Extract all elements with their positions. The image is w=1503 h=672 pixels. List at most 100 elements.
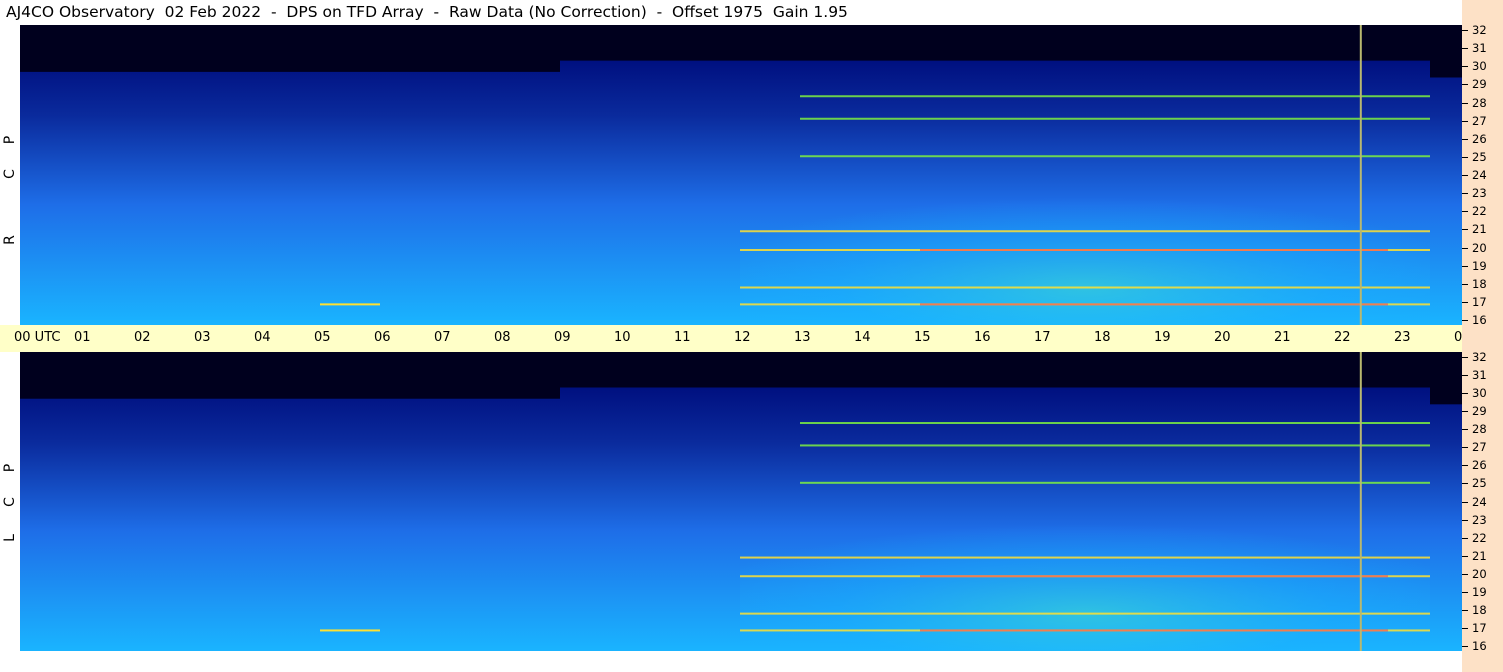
frequency-tick-label: 25	[1472, 476, 1487, 491]
frequency-tick	[1462, 555, 1468, 557]
frequency-tick-label: 21	[1472, 548, 1487, 563]
rcp-letter-1: R	[2, 235, 18, 245]
time-axis-label: 20	[1214, 330, 1231, 345]
time-axis-label: 09	[554, 330, 571, 345]
signal-band	[800, 117, 1430, 120]
frequency-tick-label: 22	[1472, 530, 1487, 545]
frequency-tick-label: 32	[1472, 350, 1487, 364]
frequency-axis-rcp: 32 31 30 29 28 27 26 25 24 23 22 21 20 19 18 17 16	[1462, 23, 1503, 327]
frequency-tick-label: 26	[1472, 131, 1487, 146]
frequency-tick-label: 20	[1472, 240, 1487, 255]
frequency-tick-label: 24	[1472, 168, 1487, 182]
frequency-tick-label: 31	[1472, 41, 1487, 56]
signal-band-early	[320, 629, 380, 632]
frequency-axis-header	[1462, 0, 1503, 25]
frequency-tick-label: 29	[1472, 404, 1487, 419]
frequency-tick	[1462, 375, 1468, 377]
night-noise-cap-late	[1430, 25, 1462, 78]
frequency-tick-label: 29	[1472, 77, 1487, 92]
frequency-axis-gap	[1462, 325, 1503, 352]
frequency-tick	[1462, 211, 1468, 213]
time-axis-label: 15	[914, 330, 931, 345]
time-axis-label: 18	[1094, 330, 1111, 345]
frequency-tick	[1462, 229, 1468, 231]
lcp-letter-3: P	[2, 463, 18, 473]
frequency-tick	[1462, 447, 1468, 449]
time-axis-label: 21	[1274, 330, 1291, 345]
frequency-tick-label: 30	[1472, 386, 1487, 401]
frequency-tick	[1462, 30, 1468, 31]
time-axis-label: 03	[194, 330, 211, 345]
signal-band	[740, 556, 1430, 559]
frequency-tick-label: 27	[1472, 440, 1487, 455]
signal-band-peak	[920, 303, 1388, 306]
time-axis-label: 13	[794, 330, 811, 345]
frequency-tick	[1462, 301, 1468, 303]
frequency-tick	[1462, 609, 1468, 611]
time-axis-label: 04	[254, 330, 271, 345]
frequency-tick	[1462, 84, 1468, 86]
signal-band	[800, 481, 1430, 484]
frequency-tick	[1462, 120, 1468, 122]
polarization-label-rcp: R C P	[0, 25, 20, 325]
frequency-tick-label: 26	[1472, 458, 1487, 473]
lcp-letter-2: C	[2, 497, 18, 507]
polarization-label-lcp: L C P	[0, 352, 20, 651]
time-axis-label: 02	[134, 330, 151, 345]
frequency-tick-label: 21	[1472, 222, 1487, 237]
signal-band-peak	[920, 629, 1388, 632]
time-axis-label: 22	[1334, 330, 1351, 345]
frequency-tick-label: 24	[1472, 494, 1487, 509]
time-axis-label: 08	[494, 330, 511, 345]
night-noise-cap-day	[560, 352, 1430, 388]
time-axis: 00 UTC 01 02 03 04 05 06 07 08 09 10 11 12 13 14 15 16 17…	[0, 325, 1503, 352]
frequency-tick	[1462, 265, 1468, 267]
frequency-tick-label: 18	[1472, 602, 1487, 617]
rcp-letter-2: C	[2, 169, 18, 179]
frequency-tick	[1462, 357, 1468, 358]
signal-band	[740, 286, 1430, 289]
frequency-tick-label: 17	[1472, 294, 1487, 309]
frequency-tick	[1462, 501, 1468, 503]
time-axis-label: 07	[434, 330, 451, 345]
frequency-tick	[1462, 483, 1468, 485]
signal-band	[800, 444, 1430, 447]
frequency-tick	[1462, 48, 1468, 50]
signal-band	[800, 155, 1430, 158]
frequency-tick	[1462, 138, 1468, 140]
time-marker-line	[1359, 352, 1362, 651]
spectrogram-svg-1	[20, 352, 1462, 651]
frequency-tick	[1462, 411, 1468, 413]
frequency-tick	[1462, 537, 1468, 539]
time-axis-label: 11	[674, 330, 691, 345]
frequency-tick	[1462, 627, 1468, 629]
frequency-tick	[1462, 102, 1468, 104]
frequency-tick	[1462, 156, 1468, 158]
spectrogram-rcp	[20, 25, 1462, 325]
frequency-tick-label: 31	[1472, 368, 1487, 383]
signal-band-peak	[920, 249, 1388, 251]
signal-band-early	[320, 303, 380, 306]
time-axis-label: 06	[374, 330, 391, 345]
spectrogram-svg-0	[20, 25, 1462, 325]
frequency-tick-label: 28	[1472, 422, 1487, 437]
time-axis-label: 19	[1154, 330, 1171, 345]
frequency-tick	[1462, 519, 1468, 521]
signal-band-peak	[920, 575, 1388, 578]
rcp-letter-3: P	[2, 135, 18, 145]
frequency-tick	[1462, 429, 1468, 431]
frequency-tick-label: 32	[1472, 23, 1487, 37]
frequency-tick	[1462, 283, 1468, 285]
time-axis-label: 10	[614, 330, 631, 345]
time-axis-label: 14	[854, 330, 871, 345]
frequency-tick	[1462, 175, 1468, 176]
frequency-tick	[1462, 193, 1468, 195]
frequency-tick	[1462, 393, 1468, 395]
night-noise-cap-early	[20, 25, 560, 72]
frequency-tick	[1462, 591, 1468, 593]
time-axis-label: 12	[734, 330, 751, 345]
frequency-tick-label: 18	[1472, 276, 1487, 291]
frequency-tick-label: 27	[1472, 113, 1487, 128]
frequency-tick-label: 23	[1472, 512, 1487, 527]
spectrogram-lcp	[20, 352, 1462, 651]
